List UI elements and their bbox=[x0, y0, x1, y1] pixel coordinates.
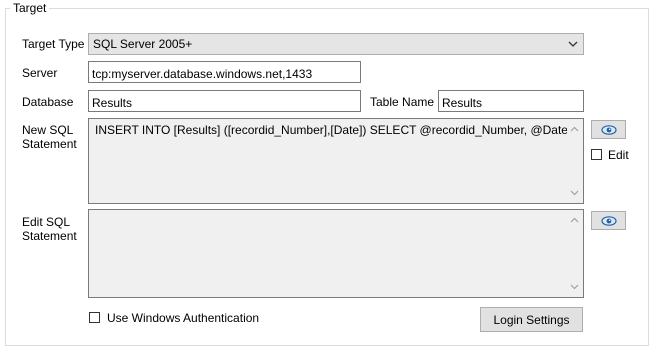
server-label: Server bbox=[22, 66, 58, 80]
edit-sql-scrollbar[interactable] bbox=[567, 211, 582, 296]
target-type-value: SQL Server 2005+ bbox=[93, 37, 193, 51]
view-edit-sql-button[interactable] bbox=[591, 211, 626, 230]
database-label: Database bbox=[22, 95, 74, 109]
table-name-input[interactable] bbox=[438, 90, 584, 112]
new-sql-label-line1: New SQL bbox=[22, 123, 74, 137]
scroll-down-icon[interactable] bbox=[570, 284, 579, 290]
new-sql-scrollbar[interactable] bbox=[567, 120, 582, 202]
scroll-down-icon[interactable] bbox=[570, 190, 579, 196]
new-sql-label-line2: Statement bbox=[22, 137, 77, 151]
windows-auth-label: Use Windows Authentication bbox=[107, 311, 260, 325]
edit-checkbox[interactable] bbox=[591, 149, 602, 160]
eye-icon bbox=[600, 124, 617, 135]
new-sql-textarea[interactable]: INSERT INTO [Results] ([recordid_Number]… bbox=[88, 118, 584, 204]
target-type-label: Target Type bbox=[22, 37, 85, 51]
scroll-up-icon[interactable] bbox=[570, 126, 579, 132]
chevron-down-icon bbox=[568, 41, 578, 47]
edit-checkbox-label: Edit bbox=[608, 148, 629, 162]
target-type-select[interactable]: SQL Server 2005+ bbox=[88, 33, 584, 55]
view-new-sql-button[interactable] bbox=[591, 120, 626, 139]
login-settings-button[interactable]: Login Settings bbox=[480, 307, 583, 332]
table-name-label: Table Name bbox=[370, 95, 435, 109]
group-title: Target bbox=[10, 1, 50, 15]
edit-sql-label-line1: Edit SQL bbox=[22, 215, 71, 229]
new-sql-text: INSERT INTO [Results] ([recordid_Number]… bbox=[95, 123, 572, 137]
eye-icon bbox=[600, 215, 617, 226]
database-input[interactable] bbox=[88, 90, 361, 112]
scroll-up-icon[interactable] bbox=[570, 217, 579, 223]
edit-sql-label-line2: Statement bbox=[22, 229, 77, 243]
edit-sql-textarea[interactable] bbox=[88, 209, 584, 298]
server-input[interactable] bbox=[88, 61, 361, 83]
windows-auth-checkbox[interactable] bbox=[89, 312, 100, 323]
